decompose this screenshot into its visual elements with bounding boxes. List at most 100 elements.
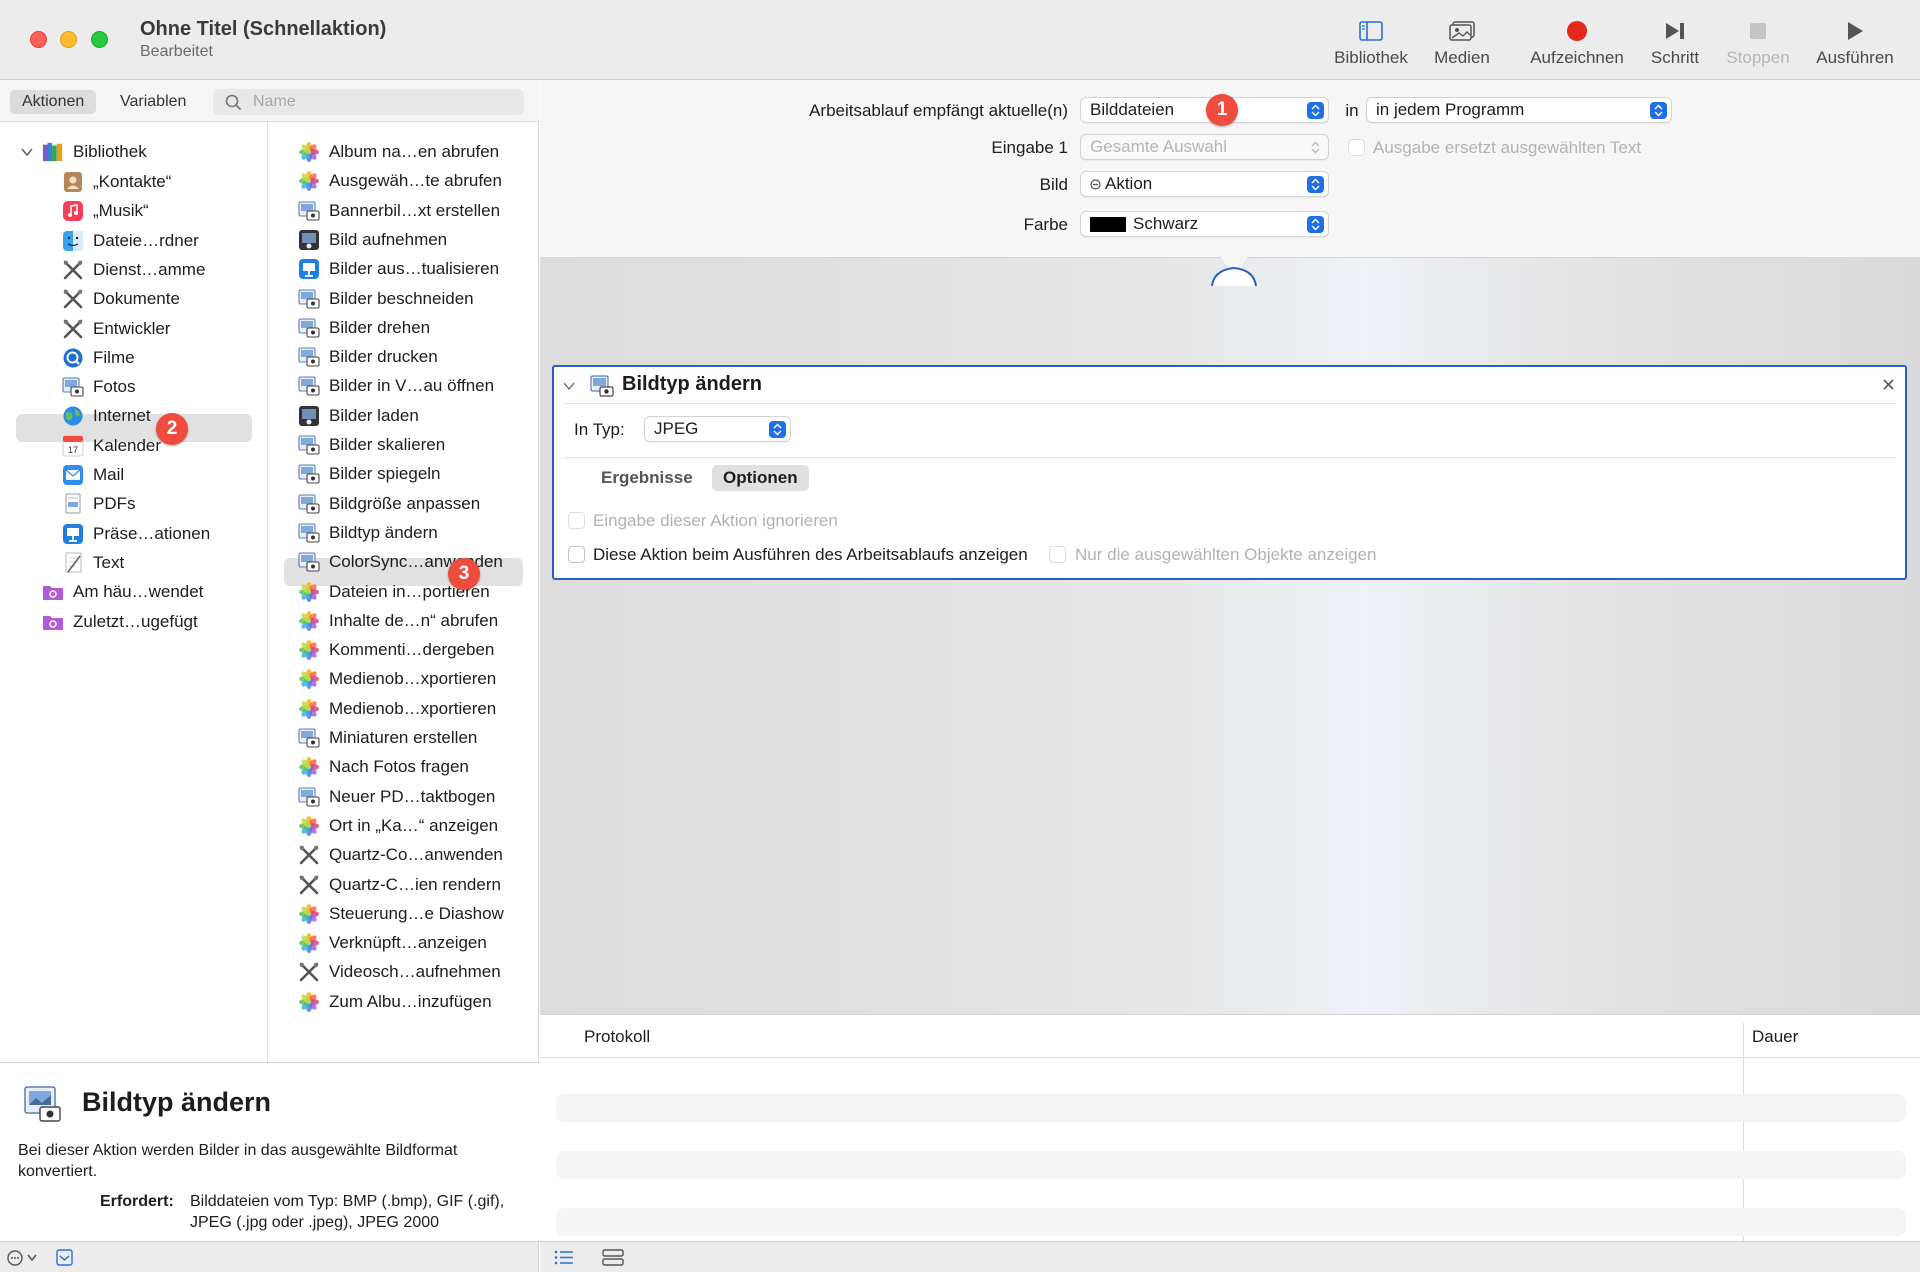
tab-options[interactable]: Optionen <box>712 465 809 491</box>
type-value: JPEG <box>654 419 699 438</box>
tab-actions[interactable]: Aktionen <box>10 90 97 114</box>
action-item[interactable]: Quartz-C…ien rendern <box>298 871 501 899</box>
record-toolbar-button[interactable]: Aufzeichnen <box>1526 14 1628 76</box>
run-toolbar-button[interactable]: Ausführen <box>1812 14 1898 76</box>
library-item[interactable]: Text <box>62 549 124 577</box>
action-item[interactable]: Medienob…xportieren <box>298 695 496 723</box>
action-item[interactable]: Videosch…aufnehmen <box>298 958 501 986</box>
close-icon[interactable] <box>1882 378 1895 391</box>
image-popup[interactable]: Aktion <box>1080 171 1329 197</box>
library-item[interactable]: PDFs <box>62 490 136 518</box>
action-card[interactable]: Bildtyp ändern In Typ: JPEG Ergebnisse O… <box>552 365 1907 580</box>
library-books-icon <box>42 141 64 163</box>
library-item[interactable]: Fotos <box>62 373 136 401</box>
action-item[interactable]: Inhalte de…n“ abrufen <box>298 607 498 635</box>
description-toggle-icon[interactable] <box>56 1249 73 1266</box>
search-placeholder: Name <box>253 93 296 110</box>
library-item[interactable]: Filme <box>62 344 135 372</box>
stop-toolbar-button[interactable]: Stoppen <box>1722 14 1794 76</box>
photos-icon <box>298 668 320 690</box>
type-label: In Typ: <box>574 420 625 439</box>
tab-results[interactable]: Ergebnisse <box>590 465 704 491</box>
chevron-down-icon[interactable] <box>562 379 576 393</box>
type-popup[interactable]: JPEG <box>644 416 791 442</box>
library-item[interactable]: Entwickler <box>62 315 170 343</box>
library-item[interactable]: Präse…ationen <box>62 520 210 548</box>
input-popup[interactable]: Gesamte Auswahl <box>1080 134 1329 160</box>
ignore-input-checkbox[interactable] <box>568 512 585 529</box>
log-col-protocol[interactable]: Protokoll <box>584 1027 650 1047</box>
preview-app-icon <box>62 376 84 398</box>
photos-icon <box>298 991 320 1013</box>
receives-popup[interactable]: Bilddateien <box>1080 97 1329 123</box>
search-field[interactable]: Name <box>213 89 524 115</box>
action-item[interactable]: Neuer PD…taktbogen <box>298 783 495 811</box>
svg-text:17: 17 <box>68 445 78 455</box>
action-item[interactable]: Album na…en abrufen <box>298 138 499 166</box>
preview-app-icon <box>298 288 320 310</box>
action-item[interactable]: Bildtyp ändern <box>298 519 438 547</box>
action-item[interactable]: Kommenti…dergeben <box>298 636 494 664</box>
only-selected-checkbox[interactable] <box>1049 546 1066 563</box>
library-item[interactable]: „Musik“ <box>62 197 149 225</box>
library-item[interactable]: Dienst…amme <box>62 256 205 284</box>
step-toolbar-button[interactable]: Schritt <box>1647 14 1703 76</box>
smart-group-item[interactable]: Am häu…wendet <box>42 578 203 606</box>
minimize-window-button[interactable] <box>60 31 77 48</box>
photos-icon <box>298 903 320 925</box>
action-item[interactable]: Bilder laden <box>298 402 419 430</box>
library-root-item[interactable]: Bibliothek <box>20 138 147 166</box>
library-item[interactable]: „Kontakte“ <box>62 168 171 196</box>
replaces-text-checkbox[interactable] <box>1348 139 1365 156</box>
library-toolbar-button[interactable]: Bibliothek <box>1331 14 1411 76</box>
log-header: Protokoll Dauer <box>540 1015 1920 1058</box>
action-item[interactable]: Bilder aus…tualisieren <box>298 255 499 283</box>
list-view-icon[interactable] <box>554 1249 574 1266</box>
action-item[interactable]: Ort in „Ka…“ anzeigen <box>298 812 498 840</box>
action-item[interactable]: Bilder in V…au öffnen <box>298 372 494 400</box>
action-item[interactable]: Zum Albu…inzufügen <box>298 988 492 1016</box>
library-item-label: Dateie…rdner <box>93 230 199 250</box>
library-item[interactable]: Dateie…rdner <box>62 227 199 255</box>
library-item[interactable]: 17 Kalender <box>62 432 161 460</box>
action-item[interactable]: Bilder spiegeln <box>298 460 441 488</box>
action-item[interactable]: Bilder drehen <box>298 314 430 342</box>
action-item[interactable]: Ausgewäh…te abrufen <box>298 167 502 195</box>
action-item-label: Bildtyp ändern <box>329 522 438 542</box>
workflow-area: Arbeitsablauf empfängt aktuelle(n) Bildd… <box>540 80 1920 1272</box>
action-item-label: Quartz-Co…anwenden <box>329 845 503 865</box>
library-item[interactable]: Dokumente <box>62 285 180 313</box>
library-item[interactable]: Internet <box>62 402 151 430</box>
action-item[interactable]: Bannerbil…xt erstellen <box>298 197 500 225</box>
action-item[interactable]: Bildgröße anpassen <box>298 490 480 518</box>
action-item[interactable]: Bilder drucken <box>298 343 438 371</box>
media-toolbar-button[interactable]: Medien <box>1432 14 1492 76</box>
action-item[interactable]: Medienob…xportieren <box>298 665 496 693</box>
tools-icon <box>298 961 320 983</box>
keynote-icon <box>62 523 84 545</box>
close-window-button[interactable] <box>30 31 47 48</box>
preview-app-icon <box>298 200 320 222</box>
chevron-down-icon <box>21 148 33 157</box>
action-item[interactable]: Steuerung…e Diashow <box>298 900 504 928</box>
action-item[interactable]: Bilder skalieren <box>298 431 445 459</box>
variables-view-icon[interactable] <box>602 1249 624 1266</box>
action-item[interactable]: Bild aufnehmen <box>298 226 447 254</box>
action-item[interactable]: Miniaturen erstellen <box>298 724 477 752</box>
zoom-window-button[interactable] <box>91 31 108 48</box>
show-when-run-checkbox[interactable] <box>568 546 585 563</box>
tab-variables[interactable]: Variablen <box>108 90 198 114</box>
requires-label: Erfordert: <box>100 1193 174 1210</box>
action-item[interactable]: Bilder beschneiden <box>298 285 474 313</box>
sidebar-icon <box>1359 14 1383 48</box>
smart-group-item[interactable]: Zuletzt…ugefügt <box>42 608 198 636</box>
log-col-duration[interactable]: Dauer <box>1752 1027 1798 1047</box>
library-item[interactable]: Mail <box>62 461 124 489</box>
application-popup[interactable]: in jedem Programm <box>1366 97 1672 123</box>
action-menu-icon[interactable] <box>6 1249 42 1267</box>
photos-icon <box>298 815 320 837</box>
action-item[interactable]: Quartz-Co…anwenden <box>298 841 503 869</box>
action-item[interactable]: Nach Fotos fragen <box>298 753 469 781</box>
color-popup[interactable]: Schwarz <box>1080 211 1329 237</box>
action-item[interactable]: Verknüpft…anzeigen <box>298 929 487 957</box>
